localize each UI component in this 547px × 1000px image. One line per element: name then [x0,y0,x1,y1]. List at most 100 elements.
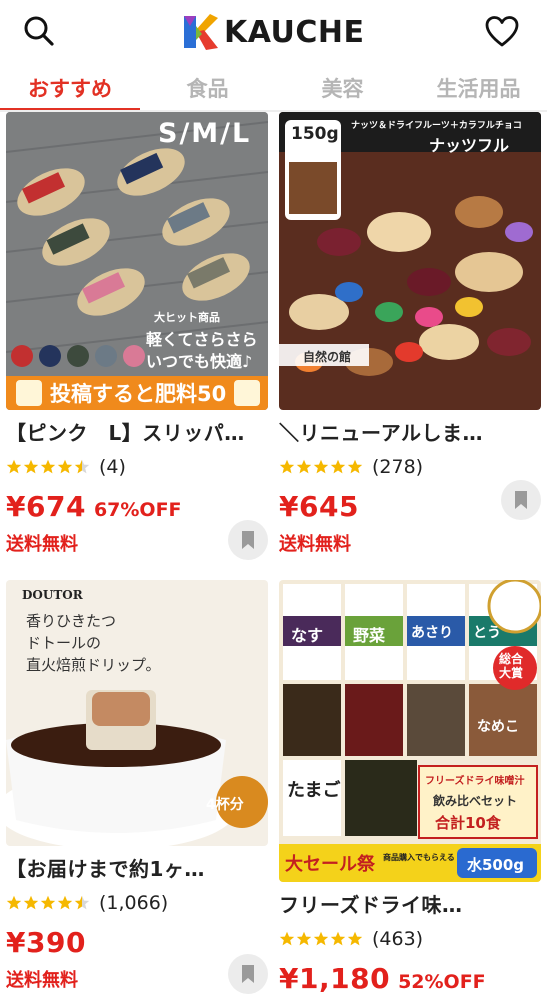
flavor-label-6: たまご [287,780,341,801]
search-icon[interactable] [22,14,56,48]
star-rating [279,459,364,475]
tab-label: おすすめ [28,77,112,101]
product-card-coffee[interactable]: DOUTOR 香りひきたつ ドトールの 直火焙煎ドリップ。 4杯分 【お届けまで… [6,580,268,994]
star-icon [57,895,73,910]
cups-badge: 4杯分 [206,797,244,813]
product-image[interactable]: なす 野菜 あさり とう なめこ たまご 総合大賞 フリーズドライ味噌汁 飲み比… [279,580,541,882]
star-icon [40,459,56,474]
product-image[interactable]: 150g ナッツ＆ドライフルーツ＋カラフルチョコ ナッツフル 自然の館 [279,112,541,410]
weight-label: 150g [291,124,339,144]
app-header: KAUCHE [0,0,547,64]
copy-line-3: 直火焙煎ドリップ。 [26,656,161,674]
flavor-label-1: なす [291,626,324,645]
bookmark-icon [242,965,254,983]
promo-banner: 投稿すると肥料50 [50,382,227,406]
free-shipping-label: 送料無料 [279,534,351,555]
star-rating [6,895,91,911]
brand-logo-text: DOUTOR [22,588,83,602]
tab-label: 生活用品 [436,77,521,101]
product-image[interactable]: S/M/L 大ヒット商品 軽くてさらさら いつでも快適♪ 投稿すると肥料50 [6,112,268,410]
product-price: ¥674 [6,490,86,523]
product-title[interactable]: 【ピンク L】スリッパ… [6,418,268,448]
star-icon [296,931,312,946]
product-card-slippers[interactable]: S/M/L 大ヒット商品 軽くてさらさら いつでも快適♪ 投稿すると肥料50 【… [6,112,268,560]
review-count: (4) [99,456,126,478]
product-rating: (4) [6,452,268,482]
star-icon [347,459,363,474]
product-title[interactable]: ＼リニューアルしま… [279,418,541,448]
product-rating: (278) [279,452,541,482]
tab-food[interactable]: 食品 [140,64,275,112]
star-icon [6,459,22,474]
copy-line-2: ドトールの [26,634,102,652]
star-icon [23,459,39,474]
star-icon [347,931,363,946]
star-icon [40,895,56,910]
sale-reward: 水500g [467,856,525,874]
flavor-label-5: なめこ [477,719,519,735]
tab-recommended[interactable]: おすすめ [0,64,140,112]
copy-line-1: 香りひきたつ [26,612,117,630]
star-icon [74,895,90,910]
star-icon [313,931,329,946]
size-label: S/M/L [158,118,252,149]
star-rating [279,931,364,947]
logo-text: KAUCHE [224,14,365,50]
product-title[interactable]: 【お届けまで約1ヶ… [6,854,268,884]
product-card-miso-soup[interactable]: なす 野菜 あさり とう なめこ たまご 総合大賞 フリーズドライ味噌汁 飲み比… [279,580,541,998]
brand-text: ナッツフル [429,136,510,155]
star-icon [330,459,346,474]
tab-label: 美容 [321,77,364,101]
bookmark-button[interactable] [228,954,268,994]
star-icon [279,459,295,474]
star-icon [296,459,312,474]
product-title[interactable]: フリーズドライ味… [279,890,541,920]
sale-subtext: 商品購入でもらえる [383,853,455,862]
product-price: ¥390 [6,926,86,959]
price-row: ¥1,180 52%OFF [279,962,541,998]
bookmark-button[interactable] [501,480,541,520]
image-top-text: ナッツ＆ドライフルーツ＋カラフルチョコ [351,121,522,131]
hit-badge: 大ヒット商品 [154,311,220,324]
flavor-label-2: 野菜 [353,626,386,645]
review-count: (1,066) [99,892,169,914]
star-icon [313,459,329,474]
bookmark-button[interactable] [228,520,268,560]
discount-label: 52%OFF [398,971,486,993]
kauche-logo[interactable]: KAUCHE [180,10,365,54]
discount-label: 67%OFF [93,499,182,521]
product-card-nuts[interactable]: 150g ナッツ＆ドライフルーツ＋カラフルチョコ ナッツフル 自然の館 ＼リニュ… [279,112,541,556]
product-rating: (1,066) [6,888,268,918]
price-row: ¥674 67%OFF [6,490,268,526]
star-icon [57,459,73,474]
sale-banner: 大セール祭 [285,854,375,875]
star-rating [6,459,91,475]
product-rating: (463) [279,924,541,954]
catch-copy-2: いつでも快適♪ [146,352,253,371]
review-count: (278) [372,456,424,478]
product-price: ¥1,180 [279,962,391,995]
award-badge: 総合大賞 [499,652,524,680]
star-icon [23,895,39,910]
tab-beauty[interactable]: 美容 [275,64,410,112]
shop-text: 自然の館 [303,350,352,364]
heart-icon[interactable] [484,14,520,50]
tab-daily-goods[interactable]: 生活用品 [410,64,547,112]
review-count: (463) [372,928,424,950]
category-tabs: おすすめ 食品 美容 生活用品 [0,64,547,112]
set-text-2: 飲み比べセット [433,794,518,808]
kauche-logo-mark [184,14,218,50]
star-icon [74,459,90,474]
star-icon [279,931,295,946]
set-text-1: フリーズドライ味噌汁 [425,776,525,787]
flavor-label-4: とう [473,625,501,641]
star-icon [6,895,22,910]
product-price: ¥645 [279,490,359,523]
star-icon [330,931,346,946]
bookmark-icon [242,531,254,549]
price-row: ¥390 [6,926,268,962]
product-image[interactable]: DOUTOR 香りひきたつ ドトールの 直火焙煎ドリップ。 4杯分 [6,580,268,846]
catch-copy-1: 軽くてさらさら [146,330,258,349]
set-text-3: 合計10食 [435,814,501,832]
bookmark-icon [515,491,527,509]
